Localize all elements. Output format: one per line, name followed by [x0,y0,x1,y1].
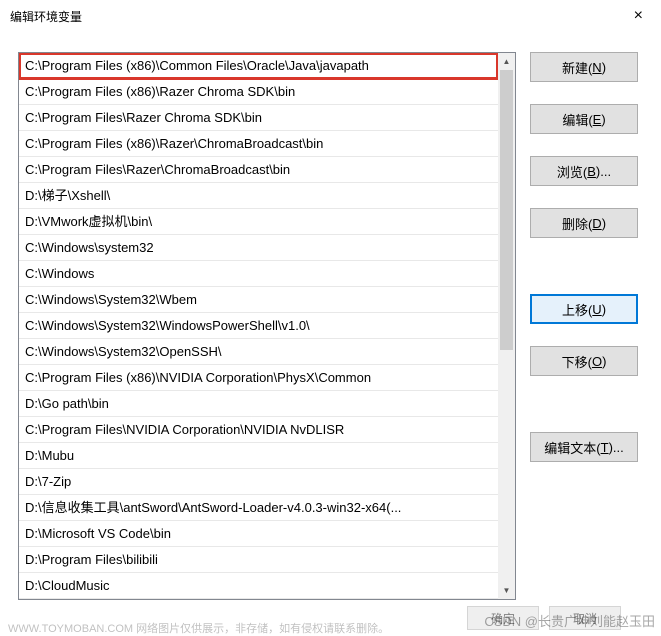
scrollbar[interactable]: ▲ ▼ [498,53,515,599]
list-item[interactable]: D:\VMwork虚拟机\bin\ [19,209,498,235]
list-item[interactable]: D:\Program Files\bilibili [19,547,498,573]
close-icon[interactable]: × [628,7,649,25]
dialog-footer: 确定 取消 [0,600,661,636]
scroll-down-icon[interactable]: ▼ [498,582,515,599]
edit-button[interactable]: 编辑(E) [530,104,638,134]
list-item[interactable]: C:\Windows [19,261,498,287]
path-list: C:\Program Files (x86)\Common Files\Orac… [18,52,516,600]
cancel-button[interactable]: 取消 [549,606,621,630]
delete-button[interactable]: 删除(D) [530,208,638,238]
list-item[interactable]: C:\Program Files\Razer\ChromaBroadcast\b… [19,157,498,183]
list-item[interactable]: C:\Program Files (x86)\Razer\ChromaBroad… [19,131,498,157]
new-button[interactable]: 新建(N) [530,52,638,82]
list-item[interactable]: D:\7-Zip [19,469,498,495]
dialog-title: 编辑环境变量 [10,8,82,25]
list-item[interactable]: C:\Program Files\Razer Chroma SDK\bin [19,105,498,131]
path-list-scroll[interactable]: C:\Program Files (x86)\Common Files\Orac… [19,53,498,599]
list-item[interactable]: D:\CloudMusic [19,573,498,599]
scroll-track[interactable] [498,70,515,582]
list-item[interactable]: C:\Program Files (x86)\Razer Chroma SDK\… [19,79,498,105]
scroll-up-icon[interactable]: ▲ [498,53,515,70]
browse-button[interactable]: 浏览(B)... [530,156,638,186]
edit-text-button[interactable]: 编辑文本(T)... [530,432,638,462]
move-down-button[interactable]: 下移(O) [530,346,638,376]
list-item[interactable]: C:\Program Files\NVIDIA Corporation\NVID… [19,417,498,443]
list-item[interactable]: D:\Mubu [19,443,498,469]
list-item[interactable]: C:\Windows\system32 [19,235,498,261]
list-item[interactable]: D:\Microsoft VS Code\bin [19,521,498,547]
list-item[interactable]: C:\Windows\System32\OpenSSH\ [19,339,498,365]
list-item[interactable]: C:\Program Files (x86)\Common Files\Orac… [19,53,498,79]
list-item[interactable]: C:\Program Files (x86)\NVIDIA Corporatio… [19,365,498,391]
list-item[interactable]: D:\信息收集工具\antSword\AntSword-Loader-v4.0.… [19,495,498,521]
scroll-thumb[interactable] [500,70,513,350]
list-item[interactable]: D:\梯子\Xshell\ [19,183,498,209]
move-up-button[interactable]: 上移(U) [530,294,638,324]
ok-button[interactable]: 确定 [467,606,539,630]
dialog-body: C:\Program Files (x86)\Common Files\Orac… [0,32,661,600]
list-item[interactable]: C:\Windows\System32\WindowsPowerShell\v1… [19,313,498,339]
titlebar: 编辑环境变量 × [0,0,661,32]
list-item[interactable]: D:\Go path\bin [19,391,498,417]
list-item[interactable]: C:\Windows\System32\Wbem [19,287,498,313]
button-column: 新建(N) 编辑(E) 浏览(B)... 删除(D) 上移(U) 下移(O) 编… [530,52,638,600]
